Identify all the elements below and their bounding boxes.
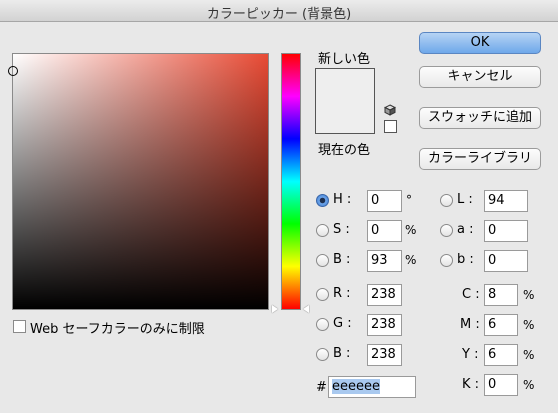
hex-input[interactable]: eeeeee (328, 376, 416, 398)
radio-green[interactable] (316, 318, 329, 331)
ok-button[interactable]: OK (419, 32, 541, 54)
yellow-input[interactable]: 6 (484, 344, 518, 366)
radio-blue[interactable] (316, 348, 329, 361)
cyan-label: C : (462, 287, 480, 302)
hue-label: H : (333, 192, 352, 207)
lab-l-label: L : (457, 192, 473, 207)
hue-slider-right-arrow[interactable] (303, 305, 309, 313)
radio-red[interactable] (316, 288, 329, 301)
blue-input[interactable]: 238 (367, 344, 402, 366)
radio-saturation[interactable] (316, 224, 329, 237)
cancel-button[interactable]: キャンセル (419, 66, 541, 88)
brightness-label: B : (333, 252, 351, 267)
web-safe-swatch[interactable] (384, 120, 397, 133)
hex-label: # (316, 380, 327, 395)
color-field[interactable] (8, 53, 269, 310)
color-libraries-button[interactable]: カラーライブラリ (419, 148, 541, 170)
color-field-cursor[interactable] (8, 66, 18, 76)
web-safe-label: Web セーフカラーのみに制限 (30, 322, 205, 337)
lab-a-input[interactable]: 0 (484, 220, 528, 242)
brightness-input[interactable]: 93 (367, 250, 402, 272)
red-input[interactable]: 238 (367, 284, 402, 306)
saturation-label: S : (333, 222, 350, 237)
hue-slider-left-arrow[interactable] (272, 305, 278, 313)
radio-hue[interactable] (316, 194, 329, 207)
magenta-unit: % (523, 318, 535, 332)
window-title: カラーピッカー (背景色) (206, 7, 352, 22)
lab-b-input[interactable]: 0 (484, 250, 528, 272)
red-label: R : (333, 286, 351, 301)
blue-label: B : (333, 346, 351, 361)
hue-slider[interactable] (281, 53, 301, 310)
lab-b-label: b : (457, 252, 474, 267)
green-label: G : (333, 316, 352, 331)
hex-value-text: eeeeee (332, 379, 380, 394)
key-unit: % (523, 378, 535, 392)
cyan-unit: % (523, 288, 535, 302)
green-input[interactable]: 238 (367, 314, 402, 336)
radio-lab-a[interactable] (440, 224, 453, 237)
radio-lab-b[interactable] (440, 254, 453, 267)
new-color-label: 新しい色 (318, 52, 371, 67)
saturation-input[interactable]: 0 (367, 220, 402, 242)
saturation-unit: % (405, 223, 417, 237)
radio-brightness[interactable] (316, 254, 329, 267)
key-input[interactable]: 0 (484, 374, 518, 396)
magenta-label: M : (460, 317, 480, 332)
radio-lab-l[interactable] (440, 194, 453, 207)
hue-unit: ° (406, 193, 412, 207)
lab-a-label: a : (457, 222, 474, 237)
add-to-swatches-button[interactable]: スウォッチに追加 (419, 107, 541, 129)
magenta-input[interactable]: 6 (484, 314, 518, 336)
web-safe-checkbox[interactable] (13, 320, 26, 333)
current-color-label: 現在の色 (318, 143, 371, 158)
lab-l-input[interactable]: 94 (484, 190, 528, 212)
cyan-input[interactable]: 8 (484, 284, 518, 306)
key-label: K : (462, 377, 480, 392)
yellow-unit: % (523, 348, 535, 362)
color-preview-swatch (315, 68, 375, 134)
brightness-unit: % (405, 253, 417, 267)
gamut-warning-cube-icon[interactable] (384, 104, 396, 116)
hue-input[interactable]: 0 (367, 190, 402, 212)
yellow-label: Y : (462, 347, 479, 362)
